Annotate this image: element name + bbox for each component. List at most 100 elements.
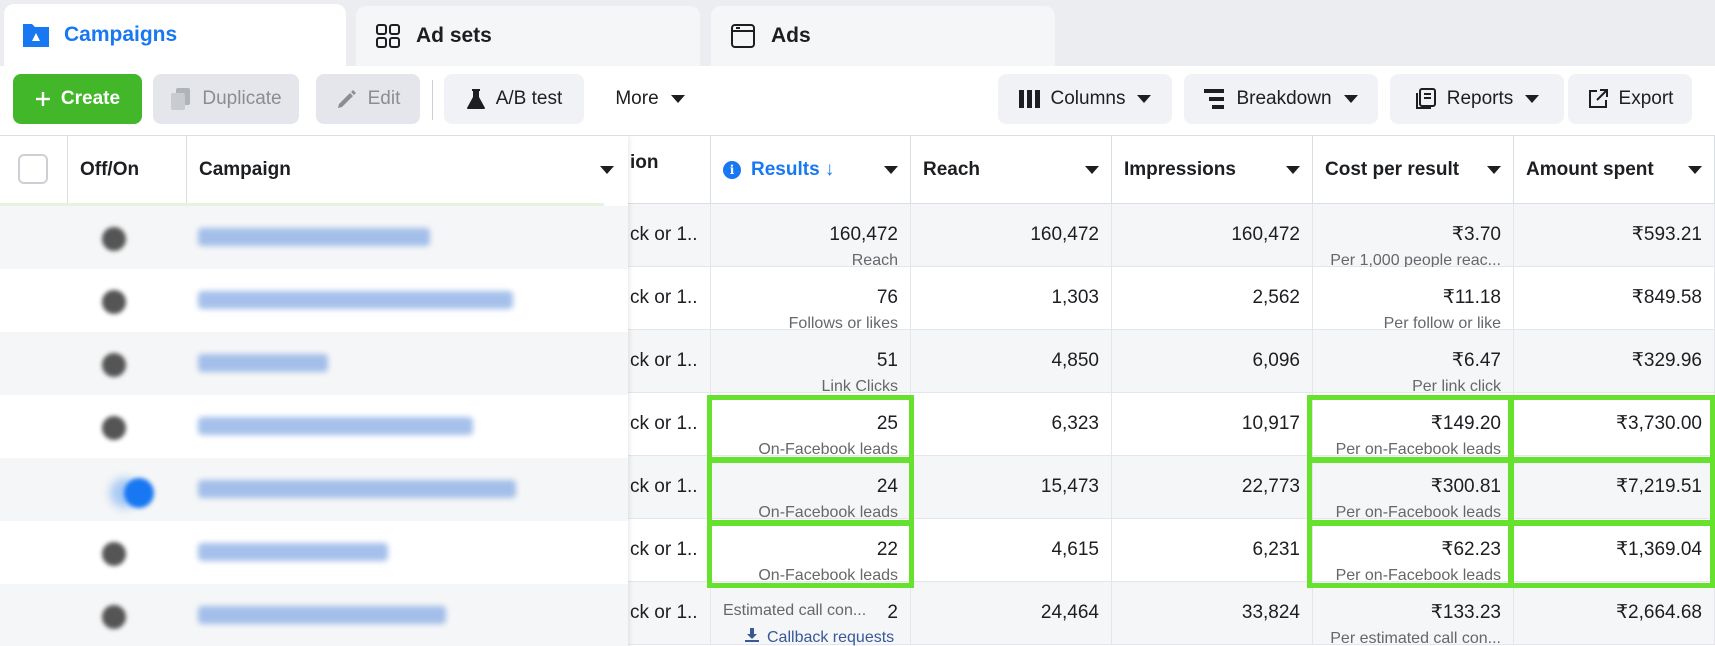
tab-ad-sets[interactable]: Ad sets	[356, 6, 700, 66]
callback-requests-link[interactable]: Callback requests	[723, 628, 898, 646]
cost-cell: ₹11.18 Per follow or like	[1313, 267, 1514, 332]
header-attribution[interactable]: ion	[628, 136, 711, 204]
campaign-name-blurred[interactable]	[198, 606, 446, 624]
caret-down-icon	[670, 94, 685, 104]
header-amount-spent[interactable]: Amount spent	[1514, 136, 1715, 204]
tab-ad-sets-label: Ad sets	[416, 24, 492, 47]
campaign-name-blurred[interactable]	[198, 543, 388, 561]
reach-value: 4,850	[1051, 350, 1099, 371]
attribution-value: ck or 1...	[630, 476, 698, 497]
campaign-row[interactable]	[0, 584, 628, 646]
impressions-value: 10,917	[1241, 413, 1300, 434]
impressions-value: 22,773	[1241, 476, 1300, 497]
tab-campaigns[interactable]: Campaigns	[4, 4, 346, 66]
breakdown-label: Breakdown	[1236, 88, 1332, 109]
attribution-value: ck or 1...	[630, 287, 698, 308]
ab-test-button[interactable]: A/B test	[444, 74, 584, 124]
campaign-toggle-on[interactable]	[124, 478, 154, 508]
reports-button[interactable]: Reports	[1390, 74, 1564, 124]
breakdown-button[interactable]: Breakdown	[1184, 74, 1378, 124]
callback-requests-label: Callback requests	[767, 629, 895, 646]
campaign-name-blurred[interactable]	[198, 291, 513, 309]
attribution-cell: ck or 1...	[628, 393, 711, 456]
reach-cell: 6,323	[911, 393, 1112, 456]
columns-button[interactable]: Columns	[998, 74, 1172, 124]
attribution-cell: ck or 1...	[628, 330, 711, 393]
more-button[interactable]: More	[600, 74, 700, 124]
dropdown-caret-icon[interactable]	[600, 166, 614, 174]
cost-value: ₹3.70	[1451, 224, 1501, 245]
reach-cell: 1,303	[911, 267, 1112, 330]
impressions-value: 6,231	[1252, 539, 1300, 560]
header-select-all[interactable]	[0, 136, 68, 204]
campaign-row[interactable]	[0, 458, 628, 521]
tab-ads[interactable]: Ads	[711, 6, 1055, 66]
tab-ads-label: Ads	[771, 24, 811, 47]
results-value: 51	[876, 350, 898, 371]
campaign-toggle[interactable]	[102, 416, 126, 440]
results-value: 76	[876, 287, 898, 308]
campaign-row[interactable]	[0, 332, 628, 395]
dropdown-caret-icon[interactable]	[1487, 166, 1501, 174]
campaign-row[interactable]	[0, 206, 628, 269]
duplicate-button[interactable]: Duplicate	[153, 74, 299, 124]
flask-icon	[466, 88, 486, 110]
select-all-checkbox[interactable]	[18, 154, 48, 184]
campaigns-folder-icon	[22, 21, 50, 49]
campaign-toggle[interactable]	[102, 227, 126, 251]
reach-cell: 160,472	[911, 204, 1112, 267]
results-cell[interactable]: 160,472 Reach	[711, 204, 911, 269]
plus-icon	[35, 91, 51, 107]
spent-cell: ₹2,664.68	[1514, 582, 1715, 645]
header-campaign[interactable]: Campaign	[187, 136, 628, 204]
attribution-value: ck or 1...	[630, 224, 698, 245]
campaign-name-blurred[interactable]	[198, 480, 516, 498]
results-cell[interactable]: 76 Follows or likes	[711, 267, 911, 332]
campaign-toggle[interactable]	[102, 542, 126, 566]
export-label: Export	[1618, 88, 1674, 109]
campaign-toggle[interactable]	[102, 605, 126, 629]
cost-value: ₹6.47	[1451, 350, 1501, 371]
campaign-toggle[interactable]	[102, 290, 126, 314]
campaign-name-blurred[interactable]	[198, 228, 430, 246]
reach-cell: 4,850	[911, 330, 1112, 393]
campaign-name-blurred[interactable]	[198, 354, 328, 372]
more-label: More	[615, 88, 659, 109]
impressions-cell: 22,773	[1112, 456, 1313, 519]
campaign-row[interactable]	[0, 269, 628, 332]
dropdown-caret-icon[interactable]	[884, 166, 898, 174]
campaign-row[interactable]	[0, 395, 628, 458]
highlight-box	[707, 458, 914, 525]
dropdown-caret-icon[interactable]	[1286, 166, 1300, 174]
columns-label: Columns	[1050, 88, 1126, 109]
spent-cell: ₹593.21	[1514, 204, 1715, 267]
results-cell[interactable]: 51 Link Clicks	[711, 330, 911, 395]
results-type: Estimated call con...	[723, 602, 867, 619]
results-cell[interactable]: Estimated call con... 2 Callback request…	[711, 582, 911, 646]
dropdown-caret-icon[interactable]	[1085, 166, 1099, 174]
campaign-name-blurred[interactable]	[198, 417, 473, 435]
cost-cell: ₹3.70 Per 1,000 people reac...	[1313, 204, 1514, 269]
header-reach[interactable]: Reach	[911, 136, 1112, 204]
campaign-row[interactable]	[0, 521, 628, 584]
create-button[interactable]: Create	[13, 74, 142, 124]
reach-value: 1,303	[1051, 287, 1099, 308]
reports-label: Reports	[1446, 88, 1514, 109]
impressions-cell: 160,472	[1112, 204, 1313, 267]
edit-button[interactable]: Edit	[316, 74, 420, 124]
highlight-box	[1307, 395, 1514, 462]
campaign-toggle[interactable]	[102, 353, 126, 377]
spent-value: ₹2,664.68	[1615, 602, 1702, 623]
header-results[interactable]: i Results ↓	[711, 136, 911, 204]
impressions-cell: 10,917	[1112, 393, 1313, 456]
header-off-on[interactable]: Off/On	[68, 136, 187, 204]
dropdown-caret-icon[interactable]	[1688, 166, 1702, 174]
export-button[interactable]: Export	[1568, 74, 1692, 124]
duplicate-icon	[170, 87, 192, 111]
attribution-cell: ck or 1...	[628, 204, 711, 267]
results-line: Estimated call con... 2	[723, 602, 898, 624]
header-cost-per-result[interactable]: Cost per result	[1313, 136, 1514, 204]
highlight-box	[1508, 458, 1715, 525]
header-impressions[interactable]: Impressions	[1112, 136, 1313, 204]
ab-test-label: A/B test	[495, 88, 563, 109]
